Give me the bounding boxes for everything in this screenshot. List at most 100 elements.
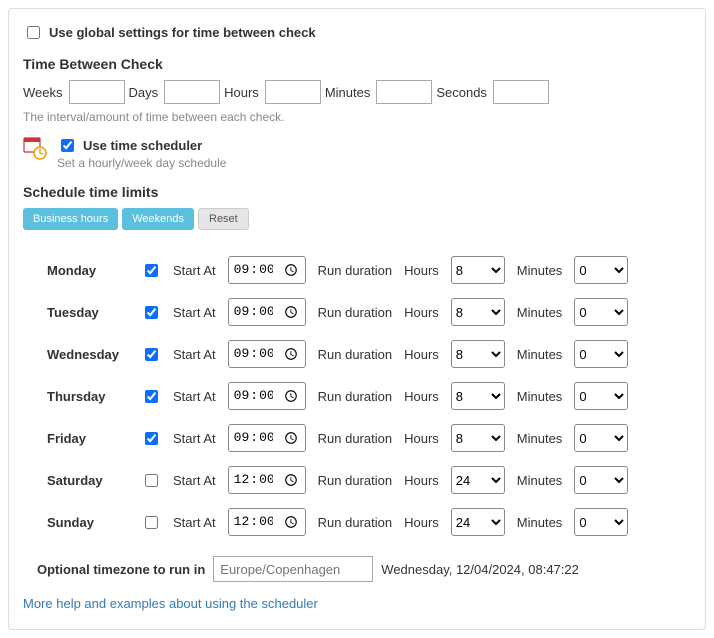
- start-at-label: Start At: [167, 298, 222, 326]
- minutes-col-label: Minutes: [511, 340, 569, 368]
- day-enabled-checkbox[interactable]: [145, 516, 158, 529]
- weekends-button[interactable]: Weekends: [122, 208, 194, 230]
- days-input[interactable]: [164, 80, 220, 104]
- minutes-col-label: Minutes: [511, 466, 569, 494]
- minutes-label: Minutes: [325, 85, 371, 100]
- minutes-col-label: Minutes: [511, 424, 569, 452]
- use-global-row: Use global settings for time between che…: [23, 23, 691, 42]
- run-duration-label: Run duration: [312, 466, 398, 494]
- hours-col-label: Hours: [398, 298, 445, 326]
- interval-hint: The interval/amount of time between each…: [23, 110, 691, 124]
- day-label: Monday: [41, 256, 135, 284]
- schedule-table: MondayStart AtRun durationHours8Minutes0…: [41, 242, 634, 550]
- hours-label: Hours: [224, 85, 259, 100]
- table-row: Saturday Start At Run durationHours24Minut…: [41, 466, 634, 494]
- duration-minutes-select[interactable]: 0: [574, 256, 628, 284]
- minutes-col-label: Minutes: [511, 256, 569, 284]
- start-time-input[interactable]: [228, 466, 306, 494]
- use-scheduler-label[interactable]: Use time scheduler: [83, 138, 202, 153]
- calendar-clock-icon: [23, 136, 47, 160]
- timezone-row: Optional timezone to run in Wednesday, 1…: [37, 556, 691, 582]
- duration-minutes-select[interactable]: 0: [574, 508, 628, 536]
- hours-col-label: Hours: [398, 466, 445, 494]
- use-scheduler-row: Use time scheduler Set a hourly/week day…: [23, 136, 691, 170]
- weeks-input[interactable]: [69, 80, 125, 104]
- day-enabled-checkbox[interactable]: [145, 474, 158, 487]
- day-enabled-checkbox[interactable]: [145, 348, 158, 361]
- timezone-input[interactable]: [213, 556, 373, 582]
- duration-minutes-select[interactable]: 0: [574, 382, 628, 410]
- run-duration-label: Run duration: [312, 256, 398, 284]
- settings-panel: Use global settings for time between che…: [8, 8, 706, 630]
- minutes-col-label: Minutes: [511, 508, 569, 536]
- duration-hours-select[interactable]: 8: [451, 298, 505, 326]
- table-row: Thursday Start At Run durationHours8Minute…: [41, 382, 634, 410]
- day-enabled-checkbox[interactable]: [145, 390, 158, 403]
- duration-minutes-select[interactable]: 0: [574, 424, 628, 452]
- hours-col-label: Hours: [398, 382, 445, 410]
- day-enabled-checkbox[interactable]: [145, 432, 158, 445]
- help-link[interactable]: More help and examples about using the s…: [23, 596, 318, 611]
- table-row: MondayStart AtRun durationHours8Minutes0: [41, 256, 634, 284]
- duration-hours-select[interactable]: 8: [451, 424, 505, 452]
- minutes-input[interactable]: [376, 80, 432, 104]
- seconds-label: Seconds: [436, 85, 487, 100]
- current-time: Wednesday, 12/04/2024, 08:47:22: [381, 562, 579, 577]
- reset-button[interactable]: Reset: [198, 208, 249, 230]
- preset-buttons: Business hours Weekends Reset: [23, 208, 691, 230]
- use-scheduler-sub: Set a hourly/week day schedule: [57, 156, 226, 170]
- day-enabled-checkbox[interactable]: [145, 264, 158, 277]
- minutes-col-label: Minutes: [511, 382, 569, 410]
- hours-col-label: Hours: [398, 256, 445, 284]
- start-at-label: Start At: [167, 466, 222, 494]
- start-at-label: Start At: [167, 424, 222, 452]
- duration-minutes-select[interactable]: 0: [574, 298, 628, 326]
- hours-col-label: Hours: [398, 424, 445, 452]
- start-time-input[interactable]: [228, 382, 306, 410]
- day-label: Thursday: [41, 382, 135, 410]
- start-time-input[interactable]: [228, 424, 306, 452]
- start-time-input[interactable]: [228, 298, 306, 326]
- duration-hours-select[interactable]: 8: [451, 382, 505, 410]
- start-at-label: Start At: [167, 340, 222, 368]
- seconds-input[interactable]: [493, 80, 549, 104]
- run-duration-label: Run duration: [312, 382, 398, 410]
- use-scheduler-checkbox[interactable]: [61, 139, 74, 152]
- schedule-limits-title: Schedule time limits: [23, 184, 691, 200]
- duration-minutes-select[interactable]: 0: [574, 466, 628, 494]
- day-label: Tuesday: [41, 298, 135, 326]
- interval-row: Weeks Days Hours Minutes Seconds: [23, 80, 691, 104]
- weeks-label: Weeks: [23, 85, 63, 100]
- start-time-input[interactable]: [228, 256, 306, 284]
- timezone-label: Optional timezone to run in: [37, 562, 205, 577]
- hours-col-label: Hours: [398, 508, 445, 536]
- duration-minutes-select[interactable]: 0: [574, 340, 628, 368]
- table-row: Friday Start At Run durationHours8Minutes0: [41, 424, 634, 452]
- duration-hours-select[interactable]: 24: [451, 466, 505, 494]
- use-global-checkbox[interactable]: [27, 26, 40, 39]
- run-duration-label: Run duration: [312, 298, 398, 326]
- duration-hours-select[interactable]: 24: [451, 508, 505, 536]
- days-label: Days: [129, 85, 159, 100]
- start-time-input[interactable]: [228, 340, 306, 368]
- hours-col-label: Hours: [398, 340, 445, 368]
- day-enabled-checkbox[interactable]: [145, 306, 158, 319]
- hours-input[interactable]: [265, 80, 321, 104]
- start-at-label: Start At: [167, 382, 222, 410]
- day-label: Sunday: [41, 508, 135, 536]
- duration-hours-select[interactable]: 8: [451, 256, 505, 284]
- run-duration-label: Run duration: [312, 424, 398, 452]
- day-label: Saturday: [41, 466, 135, 494]
- time-between-title: Time Between Check: [23, 56, 691, 72]
- use-global-label[interactable]: Use global settings for time between che…: [49, 25, 316, 40]
- table-row: TuesdayStart AtRun durationHours8Minutes…: [41, 298, 634, 326]
- run-duration-label: Run duration: [312, 340, 398, 368]
- table-row: SundayStart AtRun durationHours24Minutes…: [41, 508, 634, 536]
- day-label: Friday: [41, 424, 135, 452]
- duration-hours-select[interactable]: 8: [451, 340, 505, 368]
- table-row: Wednesday Start At Run durationHours8Minut…: [41, 340, 634, 368]
- run-duration-label: Run duration: [312, 508, 398, 536]
- start-time-input[interactable]: [228, 508, 306, 536]
- business-hours-button[interactable]: Business hours: [23, 208, 118, 230]
- day-label: Wednesday: [41, 340, 135, 368]
